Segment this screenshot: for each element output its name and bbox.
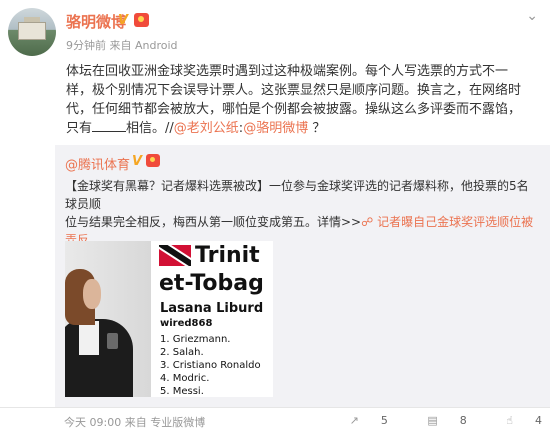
repost-count: 5 bbox=[380, 414, 388, 427]
trinidad-flag-icon bbox=[159, 245, 191, 266]
fan-badge-icon bbox=[134, 13, 149, 27]
fan-badge-icon bbox=[146, 154, 160, 167]
repost-author[interactable]: @腾讯体育 bbox=[65, 154, 130, 173]
post-text-line: 体坛在回收亚洲金球奖选票时遇到过这种极端案例。每个人写选票的方式不一 bbox=[66, 64, 509, 79]
repost-image[interactable]: Trinit et-Tobag Lasana Liburd wired868 1… bbox=[65, 241, 273, 397]
weibo-post: 骆明微博 V 9分钟前 来自 Android ⌄ 体坛在回收亚洲金球奖选票时遇到… bbox=[0, 0, 550, 432]
ballot-pick: 5. Messi. bbox=[160, 386, 204, 397]
verified-icon: V bbox=[118, 13, 129, 28]
like-button[interactable]: ☝ 4 bbox=[488, 414, 542, 427]
post-meta: 9分钟前 来自 Android bbox=[66, 39, 178, 52]
post-time: 今天 09:00 来自 专业版微博 bbox=[64, 416, 206, 429]
ballot-country-line: et-Tobag bbox=[159, 271, 264, 296]
comment-count: 8 bbox=[459, 414, 467, 427]
blank-line bbox=[92, 119, 127, 132]
post-text-line: 只有 相信。//@老刘公纸:@骆明微博 ？ bbox=[66, 119, 536, 138]
comment-icon: ▤ bbox=[427, 414, 438, 427]
repost-text-segment: 位与结果完全相反，梅西从第一顺位变成第五。详情>> bbox=[65, 215, 362, 229]
ballot-pick: 3. Cristiano Ronaldo bbox=[160, 360, 261, 371]
mention-link[interactable]: @骆明微博 bbox=[243, 121, 308, 136]
text-prefix: 只有 bbox=[66, 121, 93, 136]
repost-button[interactable]: ↗ 5 bbox=[332, 414, 388, 427]
ballot-pick: 4. Modric. bbox=[160, 373, 210, 384]
action-bar: ↗ 5 ▤ 8 ☝ 4 bbox=[314, 414, 542, 427]
journalist-photo bbox=[65, 241, 151, 397]
post-text: 体坛在回收亚洲金球奖选票时遇到过这种极端案例。每个人写选票的方式不一 样，极个别… bbox=[66, 62, 536, 138]
post-footer: 今天 09:00 来自 专业版微博 ↗ 5 ▤ 8 ☝ 4 bbox=[0, 407, 550, 432]
link-icon: ☍ bbox=[361, 215, 374, 229]
share-icon: ↗ bbox=[349, 414, 359, 427]
post-text-line: 样，极个别情况下会误导计票人。这张票显然只是顺序问题。换言之，在网络时 bbox=[66, 83, 522, 98]
post-text-line: 代，任何细节都会被放大，哪怕是个例都会被披露。操纵这么多评委而不露馅， bbox=[66, 102, 522, 117]
ballot-voter-handle: wired868 bbox=[160, 318, 213, 329]
text-end: ？ bbox=[308, 121, 326, 136]
ballot-pick: 1. Griezmann. bbox=[160, 334, 231, 345]
like-count: 4 bbox=[535, 414, 542, 427]
avatar[interactable] bbox=[8, 8, 56, 56]
ballot-country-line: Trinit bbox=[195, 243, 260, 268]
author-name[interactable]: 骆明微博 bbox=[66, 11, 126, 32]
verified-icon: V bbox=[132, 154, 143, 169]
mention-link[interactable]: @老刘公纸 bbox=[174, 121, 239, 136]
ballot-pick: 2. Salah. bbox=[160, 347, 204, 358]
comment-button[interactable]: ▤ 8 bbox=[409, 414, 466, 427]
thumb-up-icon: ☝ bbox=[506, 414, 513, 427]
repost-text-line: 【金球奖有黑幕？记者爆料选票被改】一位参与金球奖评选的记者爆料称，他投票的5名球… bbox=[65, 179, 529, 211]
repost-box[interactable]: @腾讯体育 V 【金球奖有黑幕？记者爆料选票被改】一位参与金球奖评选的记者爆料称… bbox=[55, 145, 550, 407]
chevron-down-icon[interactable]: ⌄ bbox=[526, 8, 538, 24]
ballot-voter-name: Lasana Liburd bbox=[160, 301, 264, 316]
ballot-picks: 1. Griezmann. 2. Salah. 3. Cristiano Ron… bbox=[160, 333, 261, 397]
text-suffix: 相信。// bbox=[126, 121, 174, 136]
